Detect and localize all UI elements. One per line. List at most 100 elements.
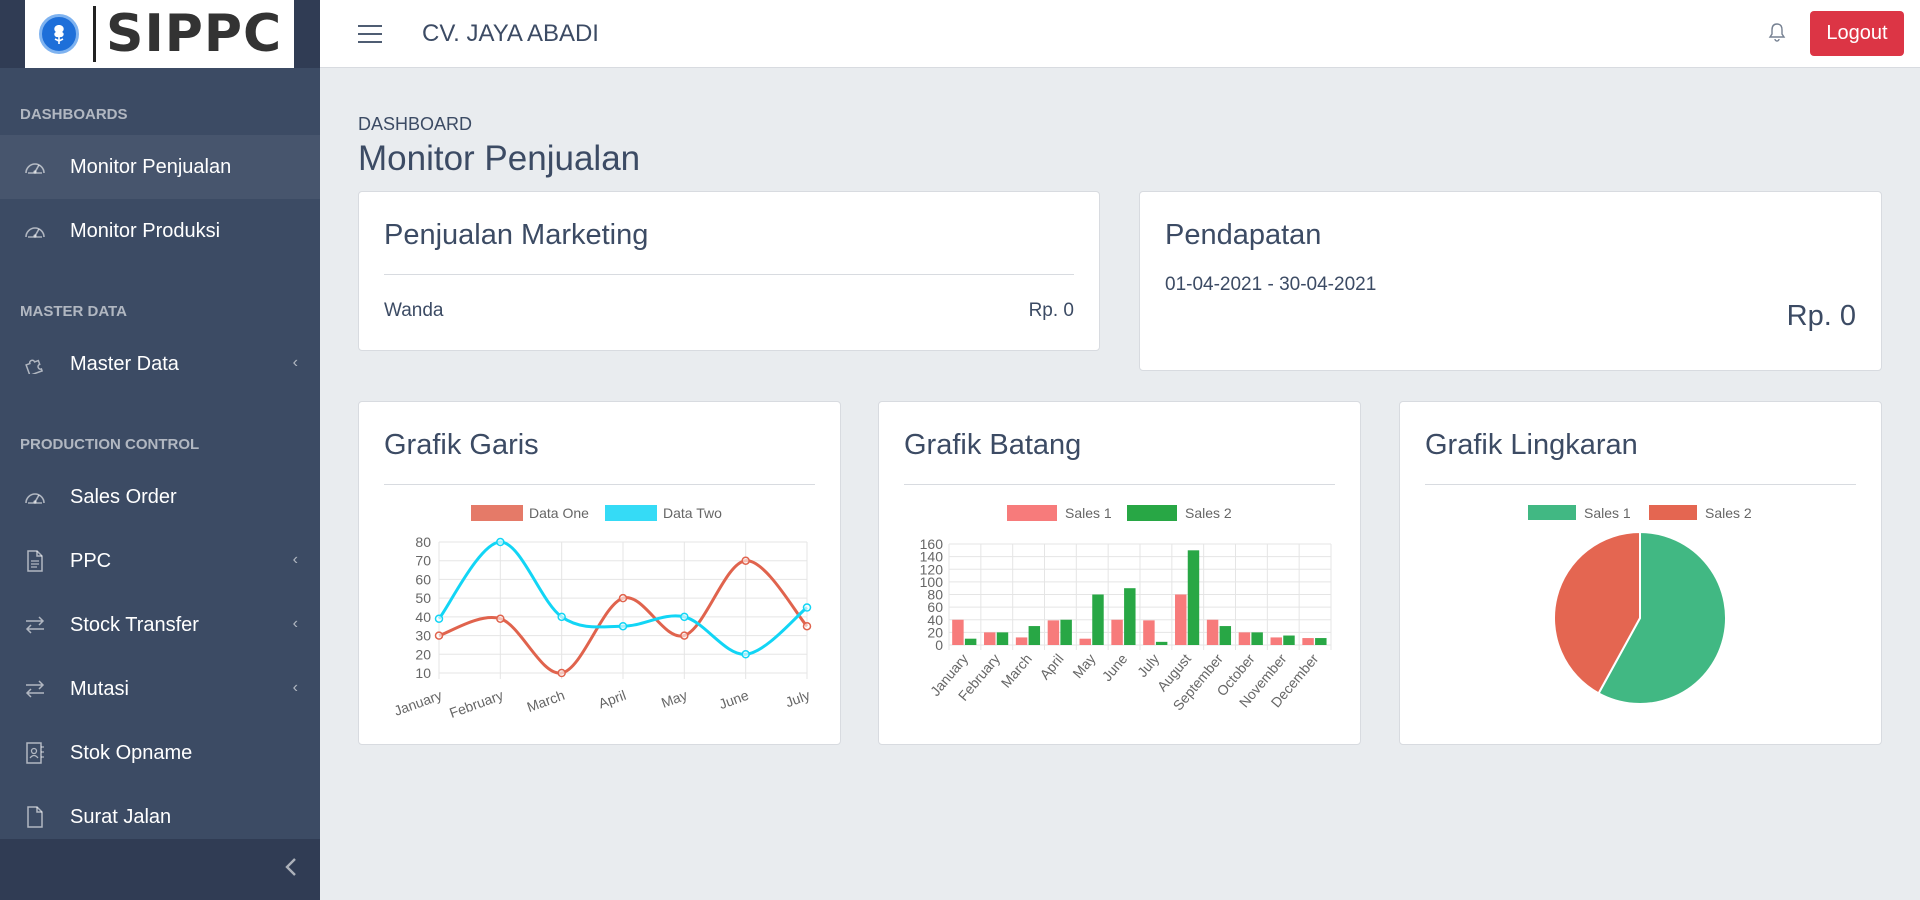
brand-divider [93,6,96,62]
chevron-left-icon: ‹ [292,551,298,568]
top-header: CV. JAYA ABADI Logout [320,0,1920,68]
sidebar-item-label: Monitor Penjualan [70,155,232,178]
bar [1015,637,1028,645]
document-icon [22,550,48,572]
line-chart: Data One Data Two 10 20 30 40 50 60 70 80 January F… [392,505,812,721]
sidebar-item-label: Monitor Produksi [70,219,221,242]
sidebar-item-label: Stock Transfer [70,613,199,636]
data-point [618,593,628,603]
divider [384,274,1074,275]
inventory-icon [22,742,48,764]
x-tick-label: June [717,687,751,712]
sidebar-item-label: Surat Jalan [70,805,172,828]
data-point [496,537,505,547]
bar [1047,620,1060,645]
y-tick-label: 10 [415,665,431,681]
legend-swatch [605,505,657,521]
legend-label: Sales 2 [1185,505,1232,521]
bar [1060,619,1072,645]
x-tick-label: July [783,687,812,711]
bar [1270,637,1282,645]
legend-swatch [1528,505,1576,520]
bar [1143,620,1155,645]
sidebar-item-sales-order[interactable]: Sales Order [0,465,320,529]
sidebar-item-label: Master Data [70,352,179,375]
y-tick-label: 80 [415,534,431,550]
y-tick-label: 50 [415,590,431,606]
data-point [741,650,750,659]
card-penjualan-marketing: Penjualan Marketing Wanda Rp. 0 [358,191,1100,351]
legend-label: Sales 1 [1065,505,1112,521]
x-tick-label: May [1069,651,1098,682]
data-point [496,614,505,623]
legend-swatch [1127,505,1177,521]
data-point [618,621,628,631]
bar [1238,632,1251,645]
bar [1302,638,1314,645]
bar [1283,635,1295,645]
bar [1155,641,1168,645]
sidebar-item-mutasi[interactable]: Mutasi ‹ [0,657,320,721]
sidebar-item-master-data[interactable]: Master Data ‹ [0,332,320,396]
logout-button[interactable]: Logout [1810,11,1904,56]
data-point [802,603,812,612]
bell-icon[interactable] [1768,22,1788,44]
marketing-name: Wanda [384,300,444,321]
nav-section-title: PRODUCTION CONTROL [20,436,200,453]
divider [904,484,1335,485]
bar [1315,638,1327,645]
sidebar-item-ppc[interactable]: PPC ‹ [0,529,320,593]
sidebar-nav: DASHBOARDS Monitor Penjualan Monitor Pro… [0,68,320,839]
y-tick-label: 20 [415,646,431,662]
speedometer-icon [22,486,48,508]
rose-logo-icon [39,14,79,54]
sidebar-item-surat-jalan[interactable]: Surat Jalan [0,785,320,839]
legend-label: Data One [529,505,589,521]
x-tick-label: May [659,687,689,711]
bar [984,632,996,645]
sidebar-item-monitor-produksi[interactable]: Monitor Produksi [0,199,320,263]
chevron-left-icon [284,857,298,883]
sidebar-item-label: PPC [70,549,112,572]
data-point [434,631,444,640]
x-tick-label: April [1036,651,1066,683]
sidebar: SIPPC DASHBOARDS Monitor Penjualan Monit… [0,0,320,900]
x-tick-label: June [1099,650,1131,684]
data-point [557,668,566,678]
bar [1175,594,1187,645]
menu-toggle-icon[interactable] [358,24,382,43]
chevron-left-icon: ‹ [292,615,298,632]
divider [1425,484,1856,485]
data-point [802,621,812,631]
bar [1111,619,1123,645]
bar [1028,626,1041,645]
legend-swatch [471,505,523,521]
sidebar-item-stok-opname[interactable]: Stok Opname [0,721,320,785]
data-point [741,556,750,565]
brand-name: SIPPC [106,4,283,64]
main-content: DASHBOARD Monitor Penjualan [358,68,1883,179]
sidebar-item-stock-transfer[interactable]: Stock Transfer ‹ [0,593,320,657]
nav-section-title: MASTER DATA [20,303,127,320]
brand-logo-link[interactable]: SIPPC [25,0,294,68]
bar [1206,619,1219,645]
pendapatan-total: Rp. 0 [1786,300,1856,332]
pie-chart: Sales 1 Sales 2 [1528,505,1752,705]
sidebar-item-monitor-penjualan[interactable]: Monitor Penjualan [0,135,320,199]
sidebar-minimize-button[interactable] [0,839,320,900]
bar [996,632,1009,645]
bar [1079,638,1091,645]
bar [952,619,964,645]
bar [1092,594,1104,645]
y-tick-label: 30 [415,628,431,644]
card-grafik-batang: Grafik Batang Sales 1 Sales 2 0 20 40 60 80 100… [878,401,1361,745]
card-grafik-lingkaran: Grafik Lingkaran Sales 1 Sales 2 [1399,401,1882,745]
card-grafik-garis: Grafik Garis Data One Data Two 10 20 30 40 50 6… [358,401,841,745]
sidebar-item-label: Stok Opname [70,741,193,764]
card-title: Grafik Lingkaran [1425,429,1638,461]
x-tick-label: July [1134,651,1162,680]
x-tick-label: February [447,687,505,721]
y-tick-label: 160 [920,536,944,552]
divider [384,484,815,485]
x-tick-label: April [596,687,628,712]
